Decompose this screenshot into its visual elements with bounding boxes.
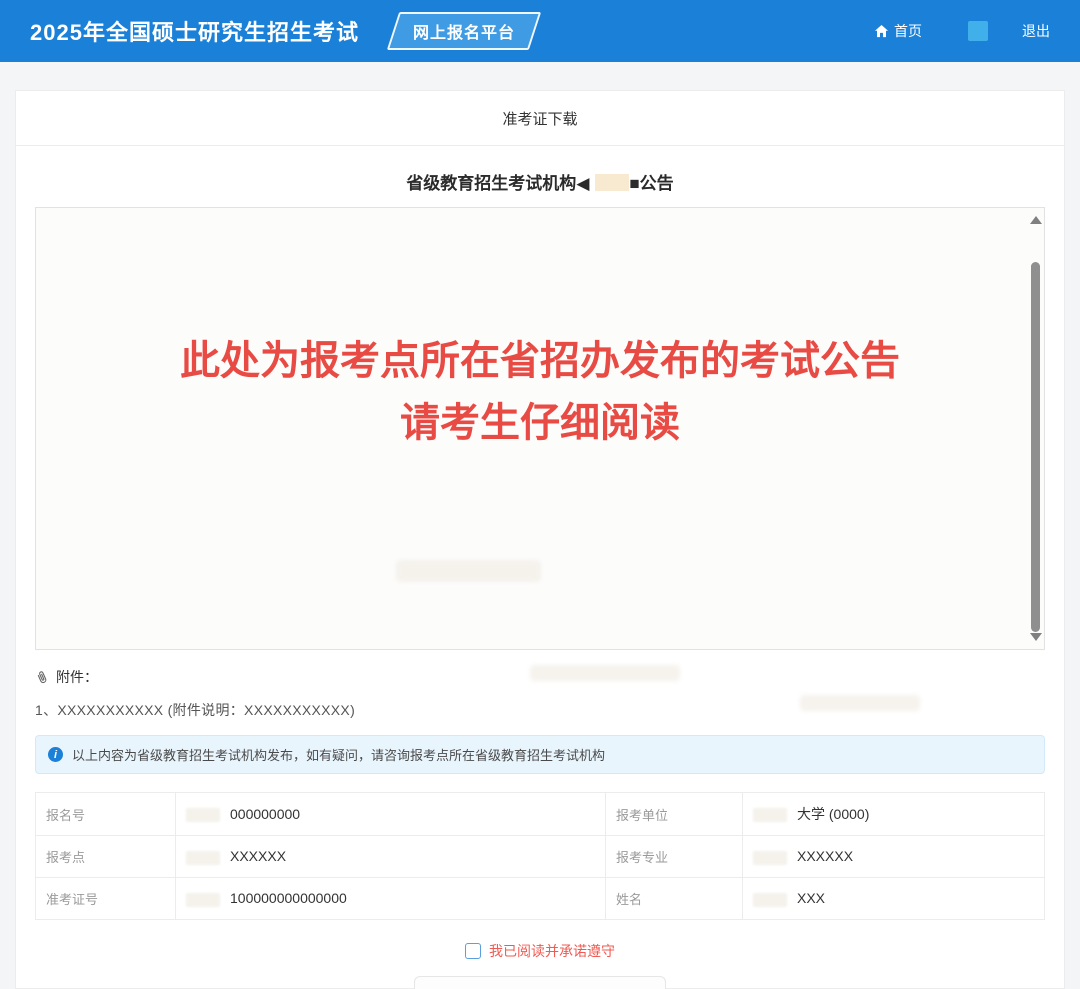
- cell-value-name: XXX: [743, 878, 1045, 920]
- announcement-viewer[interactable]: 此处为报考点所在省招办发布的考试公告 请考生仔细阅读: [35, 207, 1045, 650]
- app-title: 2025年全国硕士研究生招生考试: [30, 15, 359, 47]
- table-row: 报考点 XXXXXX 报考专业 XXXXXX: [36, 836, 1045, 878]
- info-banner-text: 以上内容为省级教育招生考试机构发布，如有疑问，请咨询报考点所在省级教育招生考试机…: [72, 745, 605, 764]
- platform-badge: 网上报名平台: [387, 12, 541, 50]
- cell-value-ticketno: 100000000000000: [176, 878, 606, 920]
- cell-label-name: 姓名: [606, 878, 743, 920]
- cell-value-site: XXXXXX: [176, 836, 606, 878]
- redaction-smudge: [753, 808, 787, 822]
- redaction-smudge: [186, 808, 220, 822]
- table-row: 准考证号 100000000000000 姓名 XXX: [36, 878, 1045, 920]
- info-banner: i 以上内容为省级教育招生考试机构发布，如有疑问，请咨询报考点所在省级教育招生考…: [35, 735, 1045, 774]
- redaction-smudge: [186, 851, 220, 865]
- announcement-heading-prefix: 省级教育招生考试机构: [406, 174, 576, 193]
- announcement-heading-partial-glyph: ◀: [576, 174, 589, 193]
- home-icon: [874, 24, 889, 39]
- announcement-line-2: 请考生仔细阅读: [36, 392, 1044, 454]
- platform-badge-label: 网上报名平台: [413, 19, 515, 43]
- registration-table: 报名号 000000000 报考单位 大学 (0000) 报考点 XXXXXX …: [35, 792, 1045, 920]
- agreement-row: 我已阅读并承诺遵守: [16, 941, 1064, 961]
- scroll-up-icon[interactable]: [1030, 216, 1042, 224]
- agreement-checkbox[interactable]: [465, 943, 481, 959]
- cell-value-regno: 000000000: [176, 793, 606, 836]
- scroll-thumb[interactable]: [1031, 262, 1040, 632]
- page-title: 准考证下载: [16, 91, 1064, 146]
- scrollbar[interactable]: [1028, 208, 1042, 649]
- content-card: 准考证下载 省级教育招生考试机构◀ ■公告 此处为报考点所在省招办发布的考试公告 …: [15, 90, 1065, 989]
- nav-logout[interactable]: 退出: [1022, 21, 1050, 41]
- top-header: 2025年全国硕士研究生招生考试 网上报名平台 首页 退出: [0, 0, 1080, 62]
- cell-label-ticketno: 准考证号: [36, 878, 176, 920]
- announcement-heading: 省级教育招生考试机构◀ ■公告: [16, 169, 1064, 194]
- redaction-block: [595, 174, 629, 191]
- cell-label-site: 报考点: [36, 836, 176, 878]
- cell-label-regno: 报名号: [36, 793, 176, 836]
- cell-label-major: 报考专业: [606, 836, 743, 878]
- paperclip-icon: [35, 670, 49, 685]
- attachment-label: 附件：: [56, 667, 98, 687]
- redaction-smudge: [396, 560, 541, 582]
- redaction-smudge: [753, 851, 787, 865]
- attachment-header: 附件：: [35, 667, 1045, 687]
- attachment-section: 附件： 1、XXXXXXXXXXX (附件说明：XXXXXXXXXXX): [35, 667, 1045, 720]
- scroll-down-icon[interactable]: [1030, 633, 1042, 641]
- download-button[interactable]: 点击下载PDF格式准考证 (37): [414, 976, 666, 989]
- table-row: 报名号 000000000 报考单位 大学 (0000): [36, 793, 1045, 836]
- redacted-username: [968, 21, 988, 41]
- agreement-label[interactable]: 我已阅读并承诺遵守: [489, 941, 615, 961]
- redaction-smudge: [186, 893, 220, 907]
- cell-label-unit: 报考单位: [606, 793, 743, 836]
- attachment-item[interactable]: 1、XXXXXXXXXXX (附件说明：XXXXXXXXXXX): [35, 700, 1045, 720]
- announcement-placeholder-text: 此处为报考点所在省招办发布的考试公告 请考生仔细阅读: [36, 208, 1044, 454]
- nav-logout-label: 退出: [1022, 21, 1050, 41]
- nav-home-label: 首页: [894, 21, 922, 41]
- announcement-line-1: 此处为报考点所在省招办发布的考试公告: [36, 330, 1044, 392]
- redaction-smudge: [753, 893, 787, 907]
- announcement-heading-suffix: ■公告: [629, 174, 673, 193]
- cell-value-major: XXXXXX: [743, 836, 1045, 878]
- info-icon: i: [48, 747, 63, 762]
- cell-value-unit: 大学 (0000): [743, 793, 1045, 836]
- nav-home[interactable]: 首页: [874, 21, 922, 41]
